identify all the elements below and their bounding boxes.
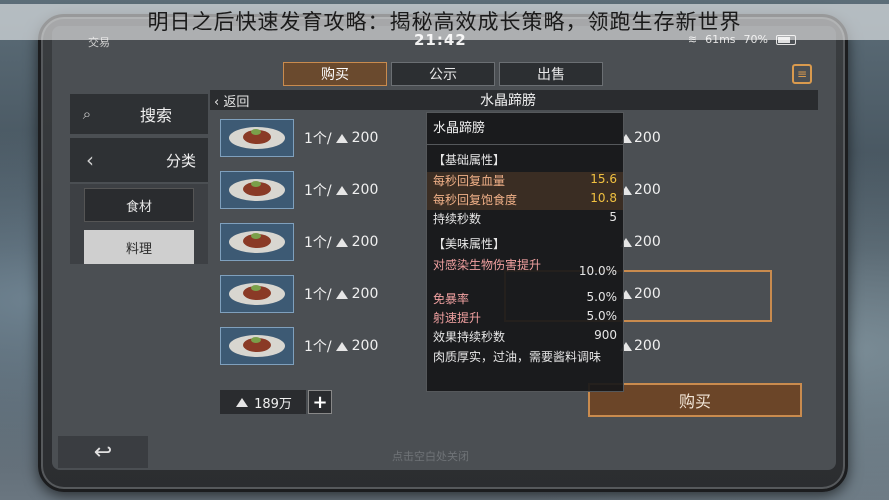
tooltip-title: 水晶蹄膀 (433, 121, 486, 136)
item-header: ‹ 返回 水晶蹄膀 (210, 90, 818, 110)
search-label: 搜索 (139, 106, 172, 125)
listing-price-right[interactable]: 200 (618, 338, 661, 354)
coin-icon (335, 289, 348, 299)
listing-price: 1个/200 (304, 128, 378, 148)
balance-value: 189万 (254, 396, 292, 412)
attr-name: 每秒回复饱食度 (433, 193, 518, 207)
attr-name: 效果持续秒数 (433, 330, 506, 344)
listing-price: 1个/200 (304, 180, 378, 200)
search-icon: ⌕ (82, 105, 92, 123)
item-tooltip: 水晶蹄膀 【基础属性】 每秒回复血量 15.6 每秒回复饱食度 10.8 持续秒数 5… (426, 112, 624, 392)
tooltip-attribute: 射速提升 5.0% (433, 309, 617, 328)
attr-value: 900 (594, 328, 617, 342)
tooltip-description: 肉质厚实，过油，需要酱料调味 (433, 350, 602, 364)
attr-name: 对感染生物伤害提升 (433, 258, 542, 272)
sidebar-category[interactable]: ‹ 分类 (70, 138, 208, 182)
price-amount: 200 (351, 286, 379, 302)
tab-sell[interactable]: 出售 (499, 62, 603, 86)
add-currency-button[interactable]: + (308, 390, 332, 414)
trade-screen: 交易 21:42 ≋ 61ms 70% 购买 公示 出售 ≡ ⌕ 搜索 ‹ 分类… (52, 26, 836, 470)
attr-value: 15.6 (590, 172, 617, 186)
attr-value: 10.8 (590, 191, 617, 205)
trade-tabs: 购买 公示 出售 (283, 62, 603, 86)
price-amount: 200 (351, 234, 379, 250)
article-title: 明日之后快速发育攻略：揭秘高效成长策略，领跑生存新世界 (0, 4, 889, 40)
sidebar-search[interactable]: ⌕ 搜索 (70, 94, 208, 134)
listing-row[interactable]: 1个/200 (220, 222, 420, 262)
header-back-label: 返回 (223, 94, 250, 110)
dish-image (220, 223, 294, 261)
listing-price: 1个/200 (304, 284, 378, 304)
close-hint: 点击空白处关闭 (392, 450, 469, 463)
tooltip-basic-section: 【基础属性】 (433, 153, 506, 167)
category-cooking[interactable]: 料理 (84, 230, 194, 264)
price-amount: 200 (634, 338, 661, 354)
price-unit: 1个/ (304, 235, 332, 251)
tooltip-attribute: 每秒回复饱食度 10.8 (427, 191, 623, 210)
tooltip-attribute: 持续秒数 5 (433, 210, 617, 229)
item-title: 水晶蹄膀 (480, 93, 536, 109)
listing-price: 1个/200 (304, 232, 378, 252)
coin-icon (335, 341, 348, 351)
attr-name: 每秒回复血量 (433, 174, 506, 188)
tooltip-taste-section: 【美味属性】 (433, 237, 506, 251)
coin-icon (335, 237, 348, 247)
tab-buy[interactable]: 购买 (283, 62, 387, 86)
attr-value: 5.0% (586, 290, 618, 304)
price-amount: 200 (634, 286, 661, 302)
price-amount: 200 (351, 130, 379, 146)
listing-price-right[interactable]: 200 (618, 130, 661, 146)
plus-icon: + (312, 391, 328, 413)
back-arrow-icon: ↩ (93, 439, 113, 465)
category-ingredients[interactable]: 食材 (84, 188, 194, 222)
coin-icon (236, 397, 249, 407)
dish-image (220, 119, 294, 157)
back-button[interactable]: ↩ (58, 436, 148, 468)
price-unit: 1个/ (304, 183, 332, 199)
attr-value: 5 (609, 210, 617, 224)
attr-name: 射速提升 (433, 311, 482, 325)
tab-public[interactable]: 公示 (391, 62, 495, 86)
listing-row[interactable]: 1个/200 (220, 118, 420, 158)
attr-value: 5.0% (586, 309, 618, 323)
price-unit: 1个/ (304, 287, 332, 303)
coin-icon (335, 133, 348, 143)
price-amount: 200 (634, 182, 661, 198)
listing-row[interactable]: 1个/200 (220, 274, 420, 314)
price-unit: 1个/ (304, 339, 332, 355)
attr-value: 10.0% (578, 264, 617, 278)
price-amount: 200 (634, 234, 661, 250)
menu-icon[interactable]: ≡ (792, 64, 812, 84)
dish-image (220, 327, 294, 365)
tooltip-attribute: 效果持续秒数 900 (433, 328, 617, 347)
currency-balance: 189万 (220, 390, 306, 414)
listing-price: 1个/200 (304, 336, 378, 356)
tooltip-attribute: 每秒回复血量 15.6 (427, 172, 623, 191)
listing-row[interactable]: 1个/200 (220, 326, 420, 366)
coin-icon (335, 185, 348, 195)
listing-price-right[interactable]: 200 (618, 234, 661, 250)
header-back[interactable]: ‹ 返回 (210, 91, 290, 110)
tooltip-attribute: 对感染生物伤害提升 10.0% (433, 256, 617, 290)
category-label: 分类 (165, 151, 196, 170)
price-amount: 200 (351, 338, 379, 354)
tooltip-divider (427, 144, 623, 145)
tooltip-overflow-text: ▁▁▁▁▁▁▁▁▁▁ (433, 365, 526, 375)
listing-row[interactable]: 1个/200 (220, 170, 420, 210)
dish-image (220, 171, 294, 209)
price-unit: 1个/ (304, 131, 332, 147)
tooltip-attribute: 免暴率 5.0% (433, 290, 617, 309)
attr-name: 免暴率 (433, 292, 470, 306)
listing-price-right[interactable]: 200 (618, 286, 661, 302)
price-amount: 200 (351, 182, 379, 198)
dish-image (220, 275, 294, 313)
chevron-left-icon: ‹ (86, 148, 94, 172)
price-amount: 200 (634, 130, 661, 146)
listing-price-right[interactable]: 200 (618, 182, 661, 198)
attr-name: 持续秒数 (433, 212, 482, 226)
